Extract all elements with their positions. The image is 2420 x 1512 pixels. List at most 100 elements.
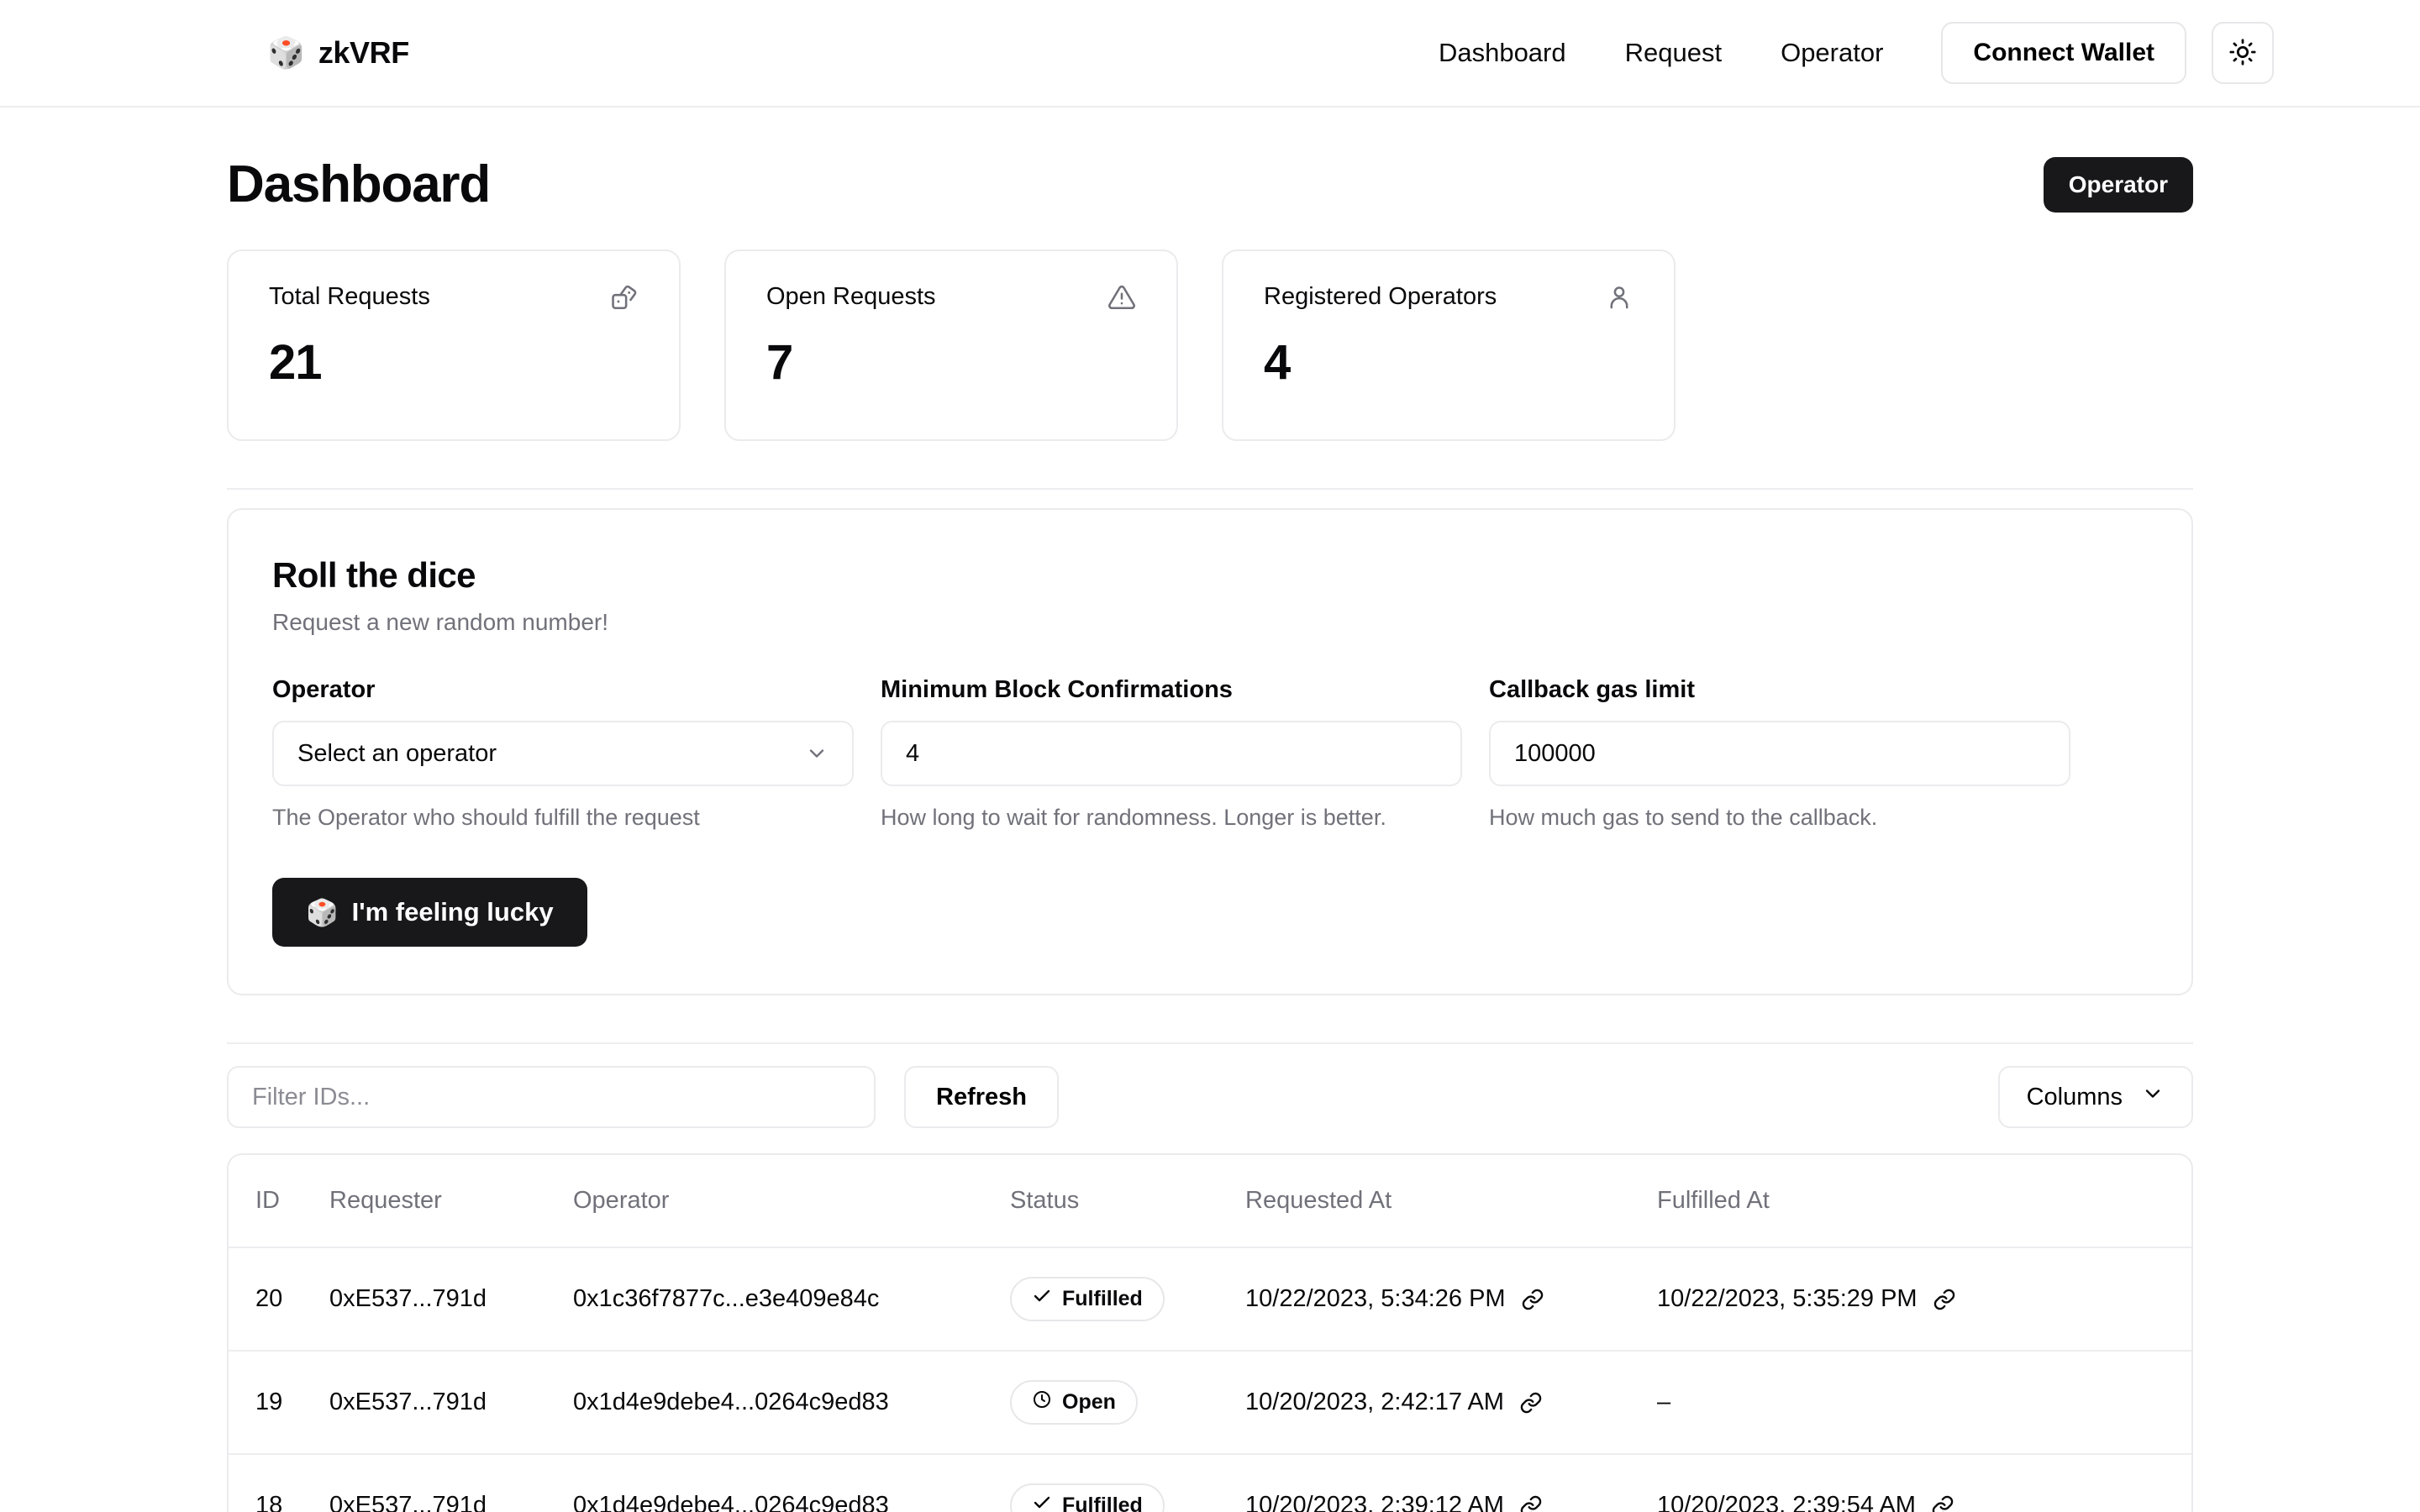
- columns-button-label: Columns: [2026, 1083, 2123, 1110]
- check-icon: [1032, 1493, 1052, 1512]
- operator-select[interactable]: Select an operator: [272, 721, 854, 786]
- external-link-icon[interactable]: [1519, 1391, 1543, 1415]
- roll-the-dice-panel: Roll the dice Request a new random numbe…: [227, 508, 2193, 995]
- table-row[interactable]: 18 0xE537...791d 0x1d4e9debe4...0264c9ed…: [229, 1454, 2191, 1512]
- brand-name: zkVRF: [318, 35, 409, 70]
- field-callback-gas-limit: Callback gas limit 100000 How much gas t…: [1489, 676, 2070, 831]
- callback-gas-limit-input[interactable]: 100000: [1489, 721, 2070, 786]
- user-icon: [1605, 283, 1634, 316]
- stat-value: 21: [269, 335, 323, 390]
- table-row[interactable]: 19 0xE537...791d 0x1d4e9debe4...0264c9ed…: [229, 1351, 2191, 1455]
- cell-requested-at: 10/20/2023, 2:42:17 AM: [1245, 1351, 1657, 1455]
- fulfilled-at-text: 10/20/2023, 2:39:54 AM: [1657, 1492, 1916, 1512]
- external-link-icon[interactable]: [1519, 1494, 1543, 1512]
- cell-requester: 0xE537...791d: [329, 1351, 573, 1455]
- fulfilled-at-text: –: [1657, 1389, 1671, 1415]
- stat-value: 4: [1264, 335, 1291, 390]
- nav-link-request[interactable]: Request: [1596, 38, 1751, 68]
- cell-operator: 0x1d4e9debe4...0264c9ed83: [573, 1351, 1010, 1455]
- check-icon: [1032, 1286, 1052, 1312]
- table-body: 20 0xE537...791d 0x1c36f7877c...e3e409e8…: [229, 1247, 2191, 1512]
- cell-status: Fulfilled: [1010, 1247, 1245, 1352]
- page-content: Dashboard Operator Total Requests 21 Ope…: [0, 108, 2420, 1512]
- callback-gas-limit-value: 100000: [1514, 739, 1596, 767]
- filter-ids-input[interactable]: [227, 1066, 876, 1128]
- page-header: Dashboard Operator: [227, 108, 2193, 214]
- panel-title: Roll the dice: [272, 555, 476, 595]
- im-feeling-lucky-label: I'm feeling lucky: [351, 897, 554, 927]
- cell-requested-at: 10/20/2023, 2:39:12 AM: [1245, 1454, 1657, 1512]
- field-operator: Operator Select an operator The Operator…: [272, 676, 854, 831]
- stat-card-open-requests: Open Requests 7: [724, 249, 1178, 441]
- requested-at-text: 10/20/2023, 2:39:12 AM: [1245, 1492, 1504, 1512]
- operator-select-value: Select an operator: [297, 739, 497, 767]
- cell-status: Open: [1010, 1351, 1245, 1455]
- table-row[interactable]: 20 0xE537...791d 0x1c36f7877c...e3e409e8…: [229, 1247, 2191, 1352]
- min-block-confirmations-input[interactable]: 4: [881, 721, 1462, 786]
- nav-link-operator[interactable]: Operator: [1751, 38, 1912, 68]
- cell-fulfilled-at: –: [1657, 1351, 2191, 1455]
- cell-status: Fulfilled: [1010, 1454, 1245, 1512]
- column-header-operator[interactable]: Operator: [573, 1155, 1010, 1248]
- im-feeling-lucky-button[interactable]: 🎲 I'm feeling lucky: [272, 878, 587, 947]
- dice-icon: 🎲: [306, 897, 339, 927]
- fulfilled-at-text: 10/22/2023, 5:35:29 PM: [1657, 1285, 1918, 1312]
- column-header-status[interactable]: Status: [1010, 1155, 1245, 1248]
- cell-requested-at: 10/22/2023, 5:34:26 PM: [1245, 1247, 1657, 1352]
- field-hint: The Operator who should fulfill the requ…: [272, 805, 700, 830]
- table-header-row: ID Requester Operator Status Requested A…: [229, 1155, 2191, 1248]
- status-label: Open: [1062, 1390, 1116, 1414]
- table-toolbar: Refresh Columns: [227, 1066, 2193, 1128]
- field-hint: How long to wait for randomness. Longer …: [881, 805, 1386, 830]
- column-header-fulfilled-at[interactable]: Fulfilled At: [1657, 1155, 2191, 1248]
- field-hint: How much gas to send to the callback.: [1489, 805, 1878, 830]
- external-link-icon[interactable]: [1933, 1288, 1956, 1311]
- column-header-id[interactable]: ID: [229, 1155, 329, 1248]
- operator-button[interactable]: Operator: [2043, 156, 2193, 213]
- stat-label: Open Requests: [766, 283, 936, 310]
- section-divider-2: [227, 1042, 2193, 1044]
- chevron-down-icon: [2141, 1082, 2165, 1112]
- status-label: Fulfilled: [1062, 1494, 1143, 1512]
- cell-fulfilled-at: 10/22/2023, 5:35:29 PM: [1657, 1247, 2191, 1352]
- section-divider: [227, 488, 2193, 490]
- status-badge: Fulfilled: [1010, 1277, 1165, 1321]
- field-min-block-confirmations: Minimum Block Confirmations 4 How long t…: [881, 676, 1462, 831]
- external-link-icon[interactable]: [1521, 1288, 1544, 1311]
- cell-fulfilled-at: 10/20/2023, 2:39:54 AM: [1657, 1454, 2191, 1512]
- cell-operator: 0x1d4e9debe4...0264c9ed83: [573, 1454, 1010, 1512]
- theme-toggle-button[interactable]: [2212, 22, 2274, 84]
- columns-button[interactable]: Columns: [1997, 1066, 2193, 1128]
- field-label: Callback gas limit: [1489, 676, 1695, 703]
- requested-at-text: 10/20/2023, 2:42:17 AM: [1245, 1389, 1504, 1415]
- stat-card-total-requests: Total Requests 21: [227, 249, 681, 441]
- refresh-button[interactable]: Refresh: [904, 1066, 1059, 1128]
- requested-at-text: 10/22/2023, 5:34:26 PM: [1245, 1285, 1506, 1312]
- stat-label: Total Requests: [269, 283, 430, 310]
- stat-value: 7: [766, 335, 793, 390]
- stat-label: Registered Operators: [1264, 283, 1497, 310]
- panel-subtitle: Request a new random number!: [272, 609, 608, 635]
- nav-links: Dashboard Request Operator: [1409, 38, 1912, 68]
- cell-operator: 0x1c36f7877c...e3e409e84c: [573, 1247, 1010, 1352]
- column-header-requester[interactable]: Requester: [329, 1155, 573, 1248]
- chevron-down-icon: [805, 742, 829, 765]
- dice-icon: 🎲: [267, 35, 305, 70]
- cell-requester: 0xE537...791d: [329, 1454, 573, 1512]
- external-link-icon[interactable]: [1931, 1494, 1954, 1512]
- cell-requester: 0xE537...791d: [329, 1247, 573, 1352]
- status-badge: Fulfilled: [1010, 1483, 1165, 1512]
- stat-card-group: Total Requests 21 Open Requests 7 Regist…: [227, 249, 2193, 441]
- sun-icon: [2228, 38, 2257, 69]
- requests-table: ID Requester Operator Status Requested A…: [227, 1153, 2193, 1512]
- top-navbar: 🎲 zkVRF Dashboard Request Operator Conne…: [0, 0, 2420, 108]
- brand-logo[interactable]: 🎲 zkVRF: [267, 35, 409, 71]
- column-header-requested-at[interactable]: Requested At: [1245, 1155, 1657, 1248]
- dice-icon: [610, 283, 639, 316]
- status-badge: Open: [1010, 1380, 1138, 1425]
- connect-wallet-button[interactable]: Connect Wallet: [1941, 22, 2186, 84]
- nav-link-dashboard[interactable]: Dashboard: [1409, 38, 1596, 68]
- cell-id: 18: [229, 1454, 329, 1512]
- alert-triangle-icon: [1107, 283, 1136, 316]
- cell-id: 20: [229, 1247, 329, 1352]
